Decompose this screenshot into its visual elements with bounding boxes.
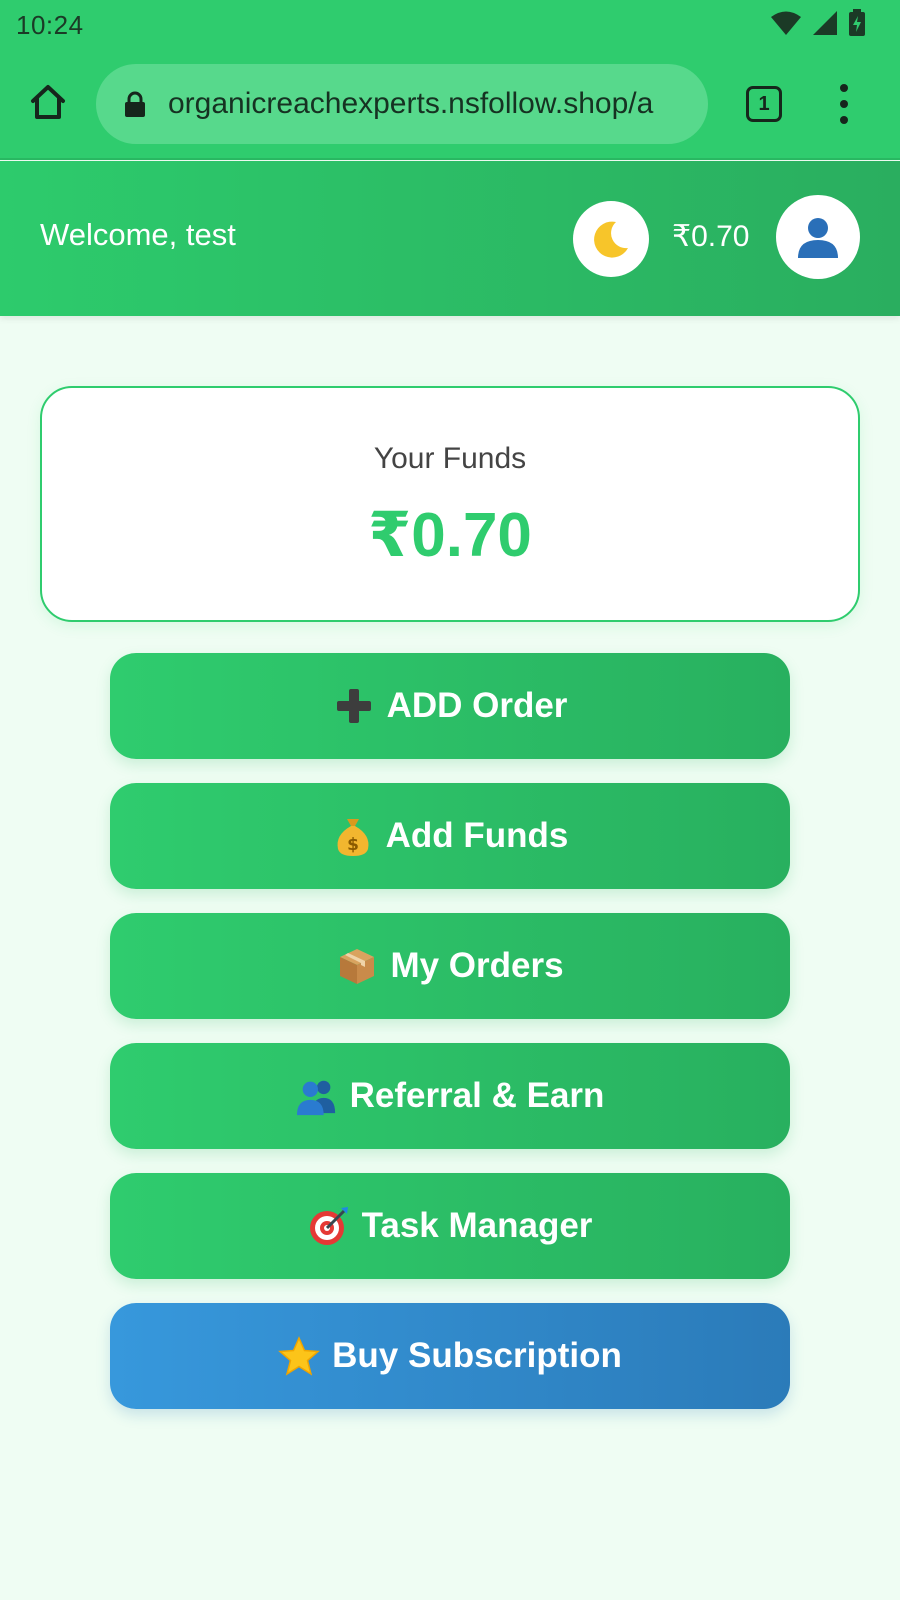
status-bar: 10:24 <box>0 0 900 50</box>
theme-toggle-button[interactable] <box>573 201 649 277</box>
tab-switcher-button[interactable]: 1 <box>746 86 782 122</box>
target-icon <box>308 1205 350 1247</box>
funds-card: Your Funds ₹0.70 <box>40 386 860 622</box>
browser-menu-button[interactable] <box>826 84 862 124</box>
svg-text:$: $ <box>347 835 359 855</box>
plus-icon <box>333 685 375 727</box>
tab-count: 1 <box>758 92 770 115</box>
home-icon <box>31 85 65 119</box>
browser-toolbar: organicreachexperts.nsfollow.shop/a 1 <box>0 50 900 160</box>
money-bag-icon: $ <box>332 815 374 857</box>
add-order-label: ADD Order <box>386 686 568 725</box>
add-order-button[interactable]: ADD Order <box>110 653 790 759</box>
moon-icon <box>594 221 628 258</box>
task-manager-button[interactable]: Task Manager <box>110 1173 790 1279</box>
welcome-text: Welcome, test <box>40 217 236 252</box>
signal-icon <box>812 10 838 41</box>
status-icons <box>770 8 866 42</box>
my-orders-button[interactable]: My Orders <box>110 913 790 1019</box>
funds-label: Your Funds <box>373 442 527 475</box>
home-button[interactable] <box>26 80 70 124</box>
header-balance: ₹0.70 <box>672 220 750 253</box>
lock-icon <box>125 91 145 117</box>
battery-icon <box>848 8 866 42</box>
add-funds-label: Add Funds <box>385 816 569 855</box>
package-icon <box>336 945 378 987</box>
wifi-icon <box>770 10 802 41</box>
buy-subscription-button[interactable]: Buy Subscription <box>110 1303 790 1409</box>
users-icon <box>296 1075 338 1117</box>
url-text: organicreachexperts.nsfollow.shop/a <box>168 87 654 120</box>
profile-avatar-button[interactable] <box>776 195 860 279</box>
add-funds-button[interactable]: $ Add Funds <box>110 783 790 889</box>
buy-subscription-label: Buy Subscription <box>332 1336 622 1375</box>
my-orders-label: My Orders <box>390 946 564 985</box>
star-icon <box>278 1335 320 1377</box>
referral-earn-label: Referral & Earn <box>349 1076 605 1115</box>
funds-amount: ₹0.70 <box>368 501 532 570</box>
referral-earn-button[interactable]: Referral & Earn <box>110 1043 790 1149</box>
app-header: Welcome, test ₹0.70 <box>0 161 900 316</box>
address-bar[interactable]: organicreachexperts.nsfollow.shop/a <box>96 64 708 144</box>
task-manager-label: Task Manager <box>361 1206 593 1245</box>
status-time: 10:24 <box>16 9 84 40</box>
user-icon <box>798 218 838 258</box>
more-vert-icon <box>840 84 848 92</box>
